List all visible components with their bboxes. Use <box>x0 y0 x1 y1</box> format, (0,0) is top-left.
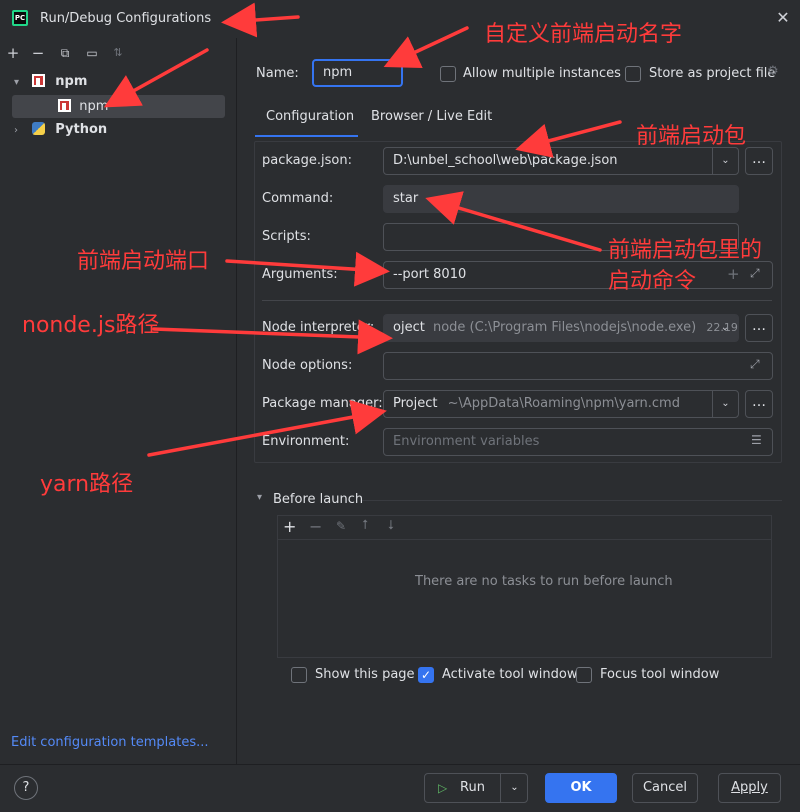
expand-icon[interactable]: ⤢ <box>750 266 760 281</box>
package-json-label: package.json: <box>262 153 352 168</box>
show-page-checkbox[interactable] <box>291 667 307 683</box>
package-json-value: D:\unbel_school\web\package.json <box>393 153 618 168</box>
chevron-down-icon[interactable]: ⌄ <box>712 391 738 417</box>
node-interpreter-prefix: oject <box>393 320 425 335</box>
tree-item-label: npm <box>79 99 109 114</box>
tab-browser-live-edit[interactable]: Browser / Live Edit <box>371 101 492 137</box>
cancel-button[interactable]: Cancel <box>632 773 698 803</box>
name-value: npm <box>323 65 353 80</box>
remove-icon[interactable]: − <box>309 517 322 536</box>
ok-button[interactable]: OK <box>545 773 617 803</box>
name-label: Name: <box>256 66 299 81</box>
close-icon[interactable]: ✕ <box>774 9 792 27</box>
chevron-right-icon[interactable]: › <box>14 119 28 142</box>
show-page-label: Show this page <box>315 667 415 682</box>
expand-icon[interactable]: ⤢ <box>750 357 760 372</box>
npm-icon <box>58 99 72 112</box>
chevron-down-icon[interactable]: ⌄ <box>712 315 738 341</box>
run-button[interactable]: ▷ Run ⌄ <box>424 773 528 803</box>
annotation-custom-name: 自定义前端启动名字 <box>484 22 683 47</box>
node-options-input[interactable] <box>383 352 773 380</box>
tree-item-label: npm <box>55 74 88 89</box>
package-manager-prefix: Project <box>393 396 438 411</box>
edit-templates-link[interactable]: Edit configuration templates... <box>11 735 209 750</box>
package-manager-path: ~\AppData\Roaming\npm\yarn.cmd <box>447 396 680 411</box>
command-select[interactable]: star <box>383 185 739 213</box>
edit-icon[interactable]: ✎ <box>336 519 346 533</box>
chevron-down-icon[interactable]: ⌄ <box>500 774 528 802</box>
package-manager-label: Package manager: <box>262 396 383 411</box>
browse-node-button[interactable]: … <box>745 314 773 342</box>
name-input[interactable]: npm <box>312 59 403 87</box>
annotation-yarn-path: yarn路径 <box>40 472 134 497</box>
annotation-package-command-1: 前端启动包里的 <box>608 238 763 263</box>
arguments-value: --port 8010 <box>393 267 467 282</box>
gear-icon[interactable]: ⚙ <box>767 64 779 79</box>
add-icon[interactable]: + <box>283 517 296 536</box>
browse-package-manager-button[interactable]: … <box>745 390 773 418</box>
arguments-label: Arguments: <box>262 267 338 282</box>
pycharm-logo-icon <box>12 10 28 26</box>
activate-tool-label: Activate tool window <box>442 667 578 682</box>
no-tasks-text: There are no tasks to run before launch <box>415 574 673 589</box>
focus-tool-label: Focus tool window <box>600 667 720 682</box>
run-label: Run <box>460 780 485 795</box>
chevron-down-icon[interactable]: ⌄ <box>712 148 738 174</box>
environment-placeholder: Environment variables <box>393 434 540 449</box>
remove-icon[interactable]: − <box>29 44 47 62</box>
focus-tool-checkbox[interactable] <box>576 667 592 683</box>
command-label: Command: <box>262 191 334 206</box>
copy-icon[interactable]: ⧉ <box>56 44 74 62</box>
store-project-checkbox[interactable] <box>625 66 641 82</box>
arguments-input[interactable]: --port 8010 <box>383 261 773 289</box>
before-launch-title[interactable]: Before launch <box>273 492 363 507</box>
tree-item-npm[interactable]: npm <box>12 95 225 118</box>
section-divider <box>262 300 772 301</box>
package-manager-select[interactable]: Project ~\AppData\Roaming\npm\yarn.cmd <box>383 390 739 418</box>
scripts-label: Scripts: <box>262 229 311 244</box>
npm-icon <box>32 74 46 87</box>
allow-multiple-label: Allow multiple instances <box>463 66 621 81</box>
node-interpreter-select[interactable]: oject node (C:\Program Files\nodejs\node… <box>383 314 739 342</box>
add-icon[interactable]: + <box>4 44 22 62</box>
package-json-input[interactable]: D:\unbel_school\web\package.json <box>383 147 739 175</box>
before-launch-divider <box>362 500 782 501</box>
annotation-node-path: nonde.js路径 <box>22 313 160 338</box>
node-interpreter-label: Node interpreter: <box>262 320 375 335</box>
node-interpreter-path: node (C:\Program Files\nodejs\node.exe) <box>432 320 697 335</box>
help-button[interactable]: ? <box>14 776 38 800</box>
browse-package-json-button[interactable]: … <box>745 147 773 175</box>
node-options-label: Node options: <box>262 358 353 373</box>
window-title: Run/Debug Configurations <box>40 11 212 26</box>
config-tree-panel <box>0 38 237 764</box>
arrow-up-icon[interactable]: ⭡ <box>362 518 368 533</box>
tree-item-label: Python <box>55 122 108 137</box>
annotation-frontend-package: 前端启动包 <box>636 124 747 149</box>
launch-toolbar-divider <box>278 539 771 540</box>
store-project-label: Store as project file <box>649 66 776 81</box>
tree-item-python[interactable]: › Python <box>14 118 227 141</box>
list-icon[interactable]: ☰ <box>751 433 762 447</box>
tree-item-npm-group[interactable]: ▾ npm <box>14 70 227 93</box>
chevron-down-icon[interactable]: ▾ <box>257 492 262 503</box>
environment-input[interactable]: Environment variables <box>383 428 773 456</box>
activate-tool-checkbox[interactable]: ✓ <box>418 667 434 683</box>
sort-icon[interactable]: ⇅ <box>109 44 127 62</box>
python-icon <box>32 122 46 135</box>
arrow-down-icon[interactable]: ⭣ <box>388 518 394 533</box>
command-value: star <box>393 191 419 206</box>
environment-label: Environment: <box>262 434 350 449</box>
play-icon: ▷ <box>438 781 448 795</box>
annotation-frontend-port: 前端启动端口 <box>77 249 210 274</box>
folder-icon[interactable]: ▭ <box>83 44 101 62</box>
tab-configuration[interactable]: Configuration <box>255 101 358 137</box>
chevron-down-icon[interactable]: ▾ <box>14 71 28 94</box>
allow-multiple-checkbox[interactable] <box>440 66 456 82</box>
apply-button[interactable]: Apply <box>718 773 781 803</box>
add-icon[interactable]: + <box>727 265 740 283</box>
annotation-package-command-2: 启动命令 <box>608 269 697 294</box>
